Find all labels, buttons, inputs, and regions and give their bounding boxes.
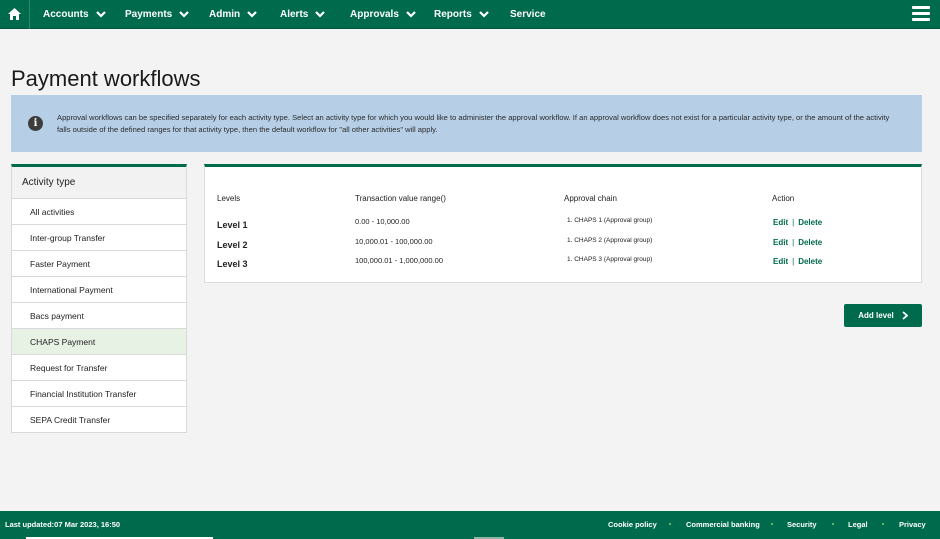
- add-level-label: Add level: [858, 311, 894, 320]
- footer: Last updated:07 Mar 2023, 16:50 Cookie p…: [0, 511, 940, 539]
- footer-link-legal[interactable]: Legal: [848, 520, 868, 529]
- level-label: Level 2: [217, 240, 248, 250]
- last-updated: Last updated:07 Mar 2023, 16:50: [5, 520, 121, 529]
- sidebar-item-chaps-payment[interactable]: CHAPS Payment: [12, 329, 186, 355]
- info-banner: i Approval workflows can be specified se…: [11, 95, 922, 152]
- edit-link[interactable]: Edit: [773, 257, 788, 266]
- column-header-approval-chain: Approval chain: [564, 194, 617, 203]
- chevron-down-icon: [406, 11, 416, 18]
- sidebar-item-faster-payment[interactable]: Faster Payment: [12, 251, 186, 277]
- delete-link[interactable]: Delete: [798, 257, 822, 266]
- sidebar-item-sepa-credit-transfer[interactable]: SEPA Credit Transfer: [12, 407, 186, 433]
- approval-chain: 1. CHAPS 2 (Approval group): [567, 237, 653, 244]
- top-nav: Accounts Payments Admin Alerts Approvals…: [0, 0, 940, 29]
- approval-chain: 1. CHAPS 3 (Approval group): [567, 256, 653, 263]
- chevron-right-icon: [902, 311, 908, 320]
- nav-alerts[interactable]: Alerts: [280, 0, 326, 29]
- chevron-down-icon: [179, 11, 190, 18]
- footer-separator-dot: [669, 523, 671, 525]
- footer-separator-dot: [832, 523, 834, 525]
- info-text: Approval workflows can be specified sepa…: [57, 112, 890, 134]
- column-header-range: Transaction value range(): [355, 194, 446, 203]
- nav-reports[interactable]: Reports: [434, 0, 489, 29]
- value-range: 0.00 - 10,000.00: [355, 217, 410, 226]
- nav-payments[interactable]: Payments: [125, 0, 190, 29]
- nav-admin-label: Admin: [209, 9, 241, 20]
- footer-separator-dot: [882, 523, 884, 525]
- row-actions: Edit | Delete: [773, 238, 822, 247]
- footer-separator-dot: [771, 523, 773, 525]
- nav-accounts-label: Accounts: [43, 9, 89, 20]
- nav-accounts[interactable]: Accounts: [43, 0, 106, 29]
- nav-alerts-label: Alerts: [280, 9, 309, 20]
- activity-type-sidebar: Activity type All activities Inter-group…: [11, 164, 187, 433]
- edit-link[interactable]: Edit: [773, 218, 788, 227]
- footer-link-security[interactable]: Security: [787, 520, 817, 529]
- home-button[interactable]: [0, 0, 30, 29]
- footer-link-commercial-banking[interactable]: Commercial banking: [686, 520, 760, 529]
- level-label: Level 3: [217, 259, 248, 269]
- sidebar-item-financial-institution-transfer[interactable]: Financial Institution Transfer: [12, 381, 186, 407]
- row-actions: Edit | Delete: [773, 218, 822, 227]
- nav-approvals-label: Approvals: [350, 9, 399, 20]
- level-label: Level 1: [217, 220, 248, 230]
- chevron-down-icon: [479, 11, 489, 18]
- nav-approvals[interactable]: Approvals: [350, 0, 416, 29]
- home-icon: [8, 8, 21, 20]
- hamburger-menu-icon[interactable]: [912, 6, 930, 22]
- action-separator: |: [792, 257, 795, 266]
- add-level-button[interactable]: Add level: [844, 304, 922, 327]
- action-separator: |: [792, 218, 795, 227]
- info-icon: i: [28, 116, 43, 131]
- page-title: Payment workflows: [11, 66, 201, 91]
- chevron-down-icon: [95, 11, 106, 18]
- delete-link[interactable]: Delete: [798, 238, 822, 247]
- nav-admin[interactable]: Admin: [209, 0, 257, 29]
- sidebar-item-all-activities[interactable]: All activities: [12, 199, 186, 225]
- footer-link-privacy[interactable]: Privacy: [899, 520, 926, 529]
- sidebar-item-inter-group-transfer[interactable]: Inter-group Transfer: [12, 225, 186, 251]
- workflow-levels-panel: Levels Transaction value range() Approva…: [204, 164, 922, 283]
- chevron-down-icon: [247, 11, 257, 18]
- row-actions: Edit | Delete: [773, 257, 822, 266]
- nav-reports-label: Reports: [434, 9, 472, 20]
- sidebar-item-request-for-transfer[interactable]: Request for Transfer: [12, 355, 186, 381]
- nav-payments-label: Payments: [125, 9, 173, 20]
- approval-chain: 1. CHAPS 1 (Approval group): [567, 217, 653, 224]
- action-separator: |: [792, 238, 795, 247]
- edit-link[interactable]: Edit: [773, 238, 788, 247]
- column-header-action: Action: [772, 194, 795, 203]
- sidebar-heading: Activity type: [12, 167, 186, 199]
- column-header-levels: Levels: [217, 194, 241, 203]
- sidebar-item-international-payment[interactable]: International Payment: [12, 277, 186, 303]
- nav-service[interactable]: Service: [510, 0, 546, 29]
- footer-link-cookie-policy[interactable]: Cookie policy: [608, 520, 657, 529]
- delete-link[interactable]: Delete: [798, 218, 822, 227]
- value-range: 100,000.01 - 1,000,000.00: [355, 256, 443, 265]
- nav-service-label: Service: [510, 9, 546, 20]
- chevron-down-icon: [315, 11, 326, 18]
- value-range: 10,000.01 - 100,000.00: [355, 237, 433, 246]
- sidebar-item-bacs-payment[interactable]: Bacs payment: [12, 303, 186, 329]
